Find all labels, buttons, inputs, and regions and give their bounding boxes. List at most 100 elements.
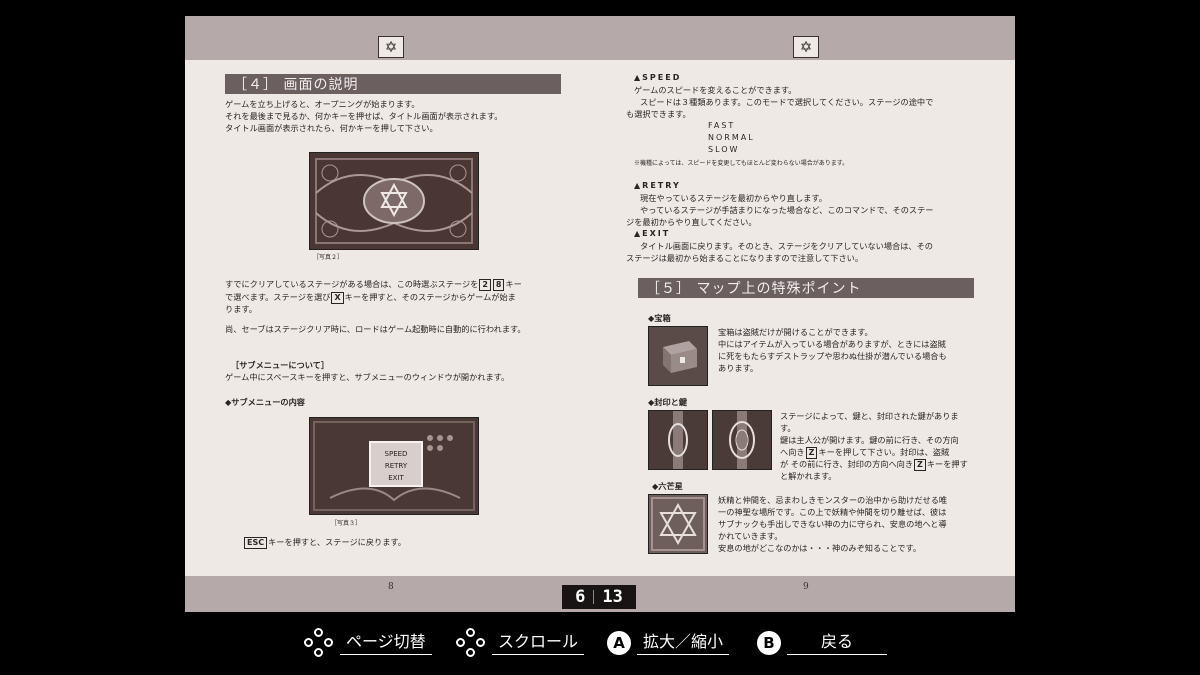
key-2: 2 — [479, 279, 491, 291]
submenu-contents-heading: ◆サブメニューの内容 — [225, 397, 305, 407]
star-of-david-icon: ✡ — [793, 36, 819, 58]
seal-text-4b: キーを押して下さい。封印は、盗賊 — [818, 447, 950, 457]
stage-text-2a: で選べます。ステージを選び — [225, 292, 331, 302]
retry-line-1: 現在やっているステージを最初からやり直します。 — [640, 193, 827, 203]
stage-text-1b: キー — [505, 279, 522, 289]
exit-line-2: ステージは最初から始まることになりますので注意して下さい。 — [626, 253, 864, 263]
scroll-label: スクロール — [492, 632, 585, 655]
dpad-icon — [304, 628, 334, 658]
treasure-line-3: に死をもたらすデストラップや思わぬ仕掛が潜んでいる場合も — [718, 351, 947, 361]
submenu-option-retry: RETRY — [385, 462, 408, 470]
seal-text-4a: へ向き — [780, 447, 805, 457]
save-note: 尚、セーブはステージクリア時に、ロードはゲーム起動時に自動的に行われます。 — [225, 324, 526, 334]
hexagram-icon — [649, 495, 707, 553]
treasure-chest-icon — [649, 327, 707, 385]
hexagram-line-3: サブナックも手出しできない神の力に守られ、安息の地へと導 — [718, 519, 947, 529]
speed-line-1: ゲームのスピードを変えることができます。 — [634, 85, 797, 95]
right-page-number: 9 — [803, 582, 809, 592]
esc-text: キーを押すと、ステージに戻ります。 — [268, 537, 406, 547]
star-of-david-icon: ✡ — [378, 36, 404, 58]
hexagram-title: ◆六芒星 — [652, 481, 683, 491]
speed-normal: NORMAL — [708, 133, 755, 142]
page-turn-hint[interactable]: ページ切替 — [304, 628, 432, 658]
retry-line-2: やっているステージが手詰まりになった場合など、このコマンドで、そのステー — [640, 205, 934, 215]
page-counter: 6 13 — [562, 585, 636, 609]
retry-line-3: ジを最初からやり直してください。 — [626, 217, 757, 227]
speed-line-3: も選択できます。 — [626, 109, 691, 119]
photo-3-caption: ［写真３］ — [331, 520, 362, 527]
stage-text-2b: キーを押すと、そのステージからゲームが始ま — [344, 292, 516, 302]
treasure-title: ◆宝箱 — [648, 313, 671, 323]
submenu-heading: ［サブメニューについて］ — [231, 360, 330, 370]
seal-text-5b: キーを押す — [926, 459, 968, 469]
treasure-line-2: 中にはアイテムが入っている場合がありますが、ときには盗賊 — [718, 339, 946, 349]
intro-line-1: ゲームを立ち上げると、オープニングが始まります。 — [225, 99, 420, 109]
intro-line-2: それを最後まで見るか、何かキーを押せば、タイトル画面が表示されます。 — [225, 111, 503, 121]
submenu-image: SPEED RETRY EXIT — [310, 418, 478, 514]
dpad-icon — [456, 628, 486, 658]
seal-line-2: す。 — [780, 423, 796, 433]
section-5-heading: ［５］ マップ上の特殊ポイント — [638, 278, 974, 298]
exit-line-1: タイトル画面に戻ります。そのとき、ステージをクリアしていない場合は、その — [640, 241, 933, 251]
seal-title: ◆封印と鍵 — [648, 397, 688, 407]
back-hint[interactable]: B 戻る — [757, 628, 888, 658]
sealed-door-icon — [713, 411, 771, 469]
stage-select-line-1: すでにクリアしているステージがある場合は、この時選ぶステージを 2 8 キー — [225, 278, 522, 291]
scroll-hint[interactable]: スクロール — [456, 628, 585, 658]
key-8: 8 — [492, 279, 505, 291]
star-glyph: ✡ — [799, 38, 813, 56]
left-page: ✡ ［４］ 画面の説明 ゲームを立ち上げると、オープニングが始まります。 それを… — [185, 16, 600, 612]
photo-2-caption: ［写真２］ — [313, 254, 344, 261]
star-glyph: ✡ — [384, 38, 398, 56]
speed-note: ※機種によっては、スピードを変更してもほとんど変わらない場合があります。 — [634, 160, 849, 167]
z-key: Z — [914, 459, 926, 471]
hexagram-line-5: 安息の地がどこなのかは・・・神のみぞ知ることです。 — [718, 543, 922, 553]
counter-divider — [593, 590, 595, 604]
page-turn-label: ページ切替 — [340, 632, 432, 655]
key-door-icon — [649, 411, 707, 469]
stage-text-1a: すでにクリアしているステージがある場合は、この時選ぶステージを — [225, 279, 479, 289]
hexagram-thumbnail — [648, 494, 708, 554]
title-screen-image — [310, 153, 478, 249]
seal-text-5a: が その前に行き、封印の方向へ向き — [780, 459, 914, 469]
stage-select-line-2: で選べます。ステージを選び X キーを押すと、そのステージからゲームが始ま — [225, 291, 516, 304]
treasure-line-1: 宝箱は盗賊だけが開けることができます。 — [718, 327, 873, 337]
exit-title: ▲EXIT — [634, 229, 671, 238]
esc-key: ESC — [244, 537, 268, 549]
hexagram-line-2: 一の神聖な場所です。この上で妖精や仲間を切り離せば、彼は — [718, 507, 947, 517]
current-page: 6 — [575, 587, 586, 607]
manual-viewer[interactable]: ✡ ［４］ 画面の説明 ゲームを立ち上げると、オープニングが始まります。 それを… — [185, 16, 1015, 612]
zoom-label: 拡大／縮小 — [637, 632, 730, 655]
speed-fast: FAST — [708, 121, 736, 130]
stage-select-line-3: ります。 — [225, 304, 257, 314]
left-page-number: 8 — [388, 582, 394, 592]
speed-line-2: スピードは３種類あります。このモードで選択してください。ステージの途中で — [640, 97, 934, 107]
b-button-icon: B — [757, 631, 781, 655]
hexagram-line-1: 妖精と仲間を、忌まわしきモンスターの治中から助けだせる唯 — [718, 495, 948, 505]
treasure-chest-thumbnail — [648, 326, 708, 386]
submenu-photo: SPEED RETRY EXIT — [309, 417, 479, 515]
submenu-text: ゲーム中にスペースキーを押すと、サブメニューのウィンドウが開かれます。 — [225, 372, 510, 382]
speed-slow: SLOW — [708, 145, 740, 154]
hexagram-line-4: かれていきます。 — [718, 531, 783, 541]
seal-line-6: と解かれます。 — [780, 471, 837, 481]
total-pages: 13 — [602, 587, 623, 607]
submenu-option-exit: EXIT — [388, 474, 404, 482]
right-paper: ▲SPEED ゲームのスピードを変えることができます。 スピードは３種類あります… — [600, 60, 1015, 576]
title-screen-photo — [309, 152, 479, 250]
seal-line-1: ステージによって、鍵と、封印された鍵がありま — [780, 411, 959, 421]
speed-title: ▲SPEED — [634, 73, 682, 82]
retry-title: ▲RETRY — [634, 181, 681, 190]
right-page: ✡ ▲SPEED ゲームのスピードを変えることができます。 スピードは３種類あり… — [600, 16, 1015, 612]
section-4-heading: ［４］ 画面の説明 — [225, 74, 561, 94]
a-button-icon: A — [607, 631, 631, 655]
esc-line: ESC キーを押すと、ステージに戻ります。 — [243, 536, 406, 549]
back-label: 戻る — [787, 632, 888, 655]
key-door-thumbnail — [648, 410, 708, 470]
submenu-option-speed: SPEED — [385, 450, 408, 458]
left-paper: ［４］ 画面の説明 ゲームを立ち上げると、オープニングが始まります。 それを最後… — [185, 60, 600, 576]
zoom-hint[interactable]: A 拡大／縮小 — [607, 628, 730, 658]
treasure-line-4: あります。 — [718, 363, 759, 373]
sealed-door-thumbnail — [712, 410, 772, 470]
intro-line-3: タイトル画面が表示されたら、何かキーを押して下さい。 — [225, 123, 438, 133]
